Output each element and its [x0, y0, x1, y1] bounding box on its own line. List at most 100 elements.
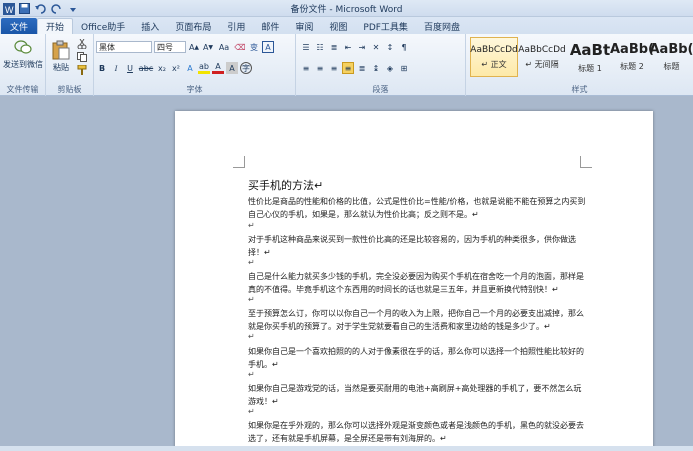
tab-office-assistant[interactable]: Office助手 [73, 18, 133, 34]
tab-page-layout[interactable]: 页面布局 [167, 18, 219, 34]
group-file-transfer: 发送到微信 文件传输 [0, 34, 46, 96]
distributed-icon[interactable]: ≣ [356, 62, 368, 74]
numbering-icon[interactable]: ☷ [314, 41, 326, 53]
copy-icon[interactable] [76, 51, 88, 63]
shading-icon[interactable]: ◈ [384, 62, 396, 74]
character-shading-icon[interactable]: A [226, 62, 238, 74]
title-bar: W 备份文件 - Microsoft Word [0, 0, 693, 17]
decrease-indent-icon[interactable]: ⇤ [342, 41, 354, 53]
italic-icon[interactable]: I [110, 62, 122, 74]
ribbon-tabs: 文件 开始 Office助手 插入 页面布局 引用 邮件 审阅 视图 PDF工具… [0, 17, 693, 34]
tab-pdf-tools[interactable]: PDF工具集 [355, 18, 416, 34]
shrink-font-icon[interactable]: A ▼ [202, 41, 214, 53]
margin-corner-top-right-icon [580, 156, 592, 168]
superscript-icon[interactable]: x² [170, 62, 182, 74]
group-label-styles: 样式 [571, 85, 588, 94]
style-title[interactable]: AaBb( 标题 [650, 37, 693, 77]
phonetic-guide-icon[interactable]: 变 [248, 41, 260, 53]
line-spacing-icon[interactable]: ↨ [370, 62, 382, 74]
paragraph-4: 至于预算怎么订，你可以以你自己一个月的收入为上限，把你自己一个月的必要支出减掉，… [248, 309, 584, 331]
empty-paragraph-mark: ↵ [248, 407, 255, 416]
group-clipboard: 粘贴 剪贴板 [46, 34, 94, 96]
style-no-spacing[interactable]: AaBbCcDd ↵ 无间隔 [518, 37, 566, 77]
tab-mailings[interactable]: 邮件 [253, 18, 287, 34]
margin-corner-top-left-icon [233, 156, 245, 168]
tab-review[interactable]: 审阅 [287, 18, 321, 34]
style-title-name: 标题 [663, 62, 680, 71]
group-paragraph: ☰ ☷ ≣ ⇤ ⇥ ✕ ↕ ¶ ≡ ≡ ≡ ≡ ≣ ↨ ◈ ⊞ 段落 [296, 34, 466, 96]
bold-icon[interactable]: B [96, 62, 108, 74]
borders-icon[interactable]: ⊞ [398, 62, 410, 74]
document-area[interactable]: 买手机的方法↵ 性价比是商品的性能和价格的比值，公式是性价比=性能/价格，也就是… [0, 96, 693, 451]
tab-home[interactable]: 开始 [37, 18, 74, 34]
paragraph-5: 如果你自己是一个喜欢拍照的的人对于像素很在乎的话，那么你可以选择一个拍照性能比较… [248, 347, 584, 369]
empty-paragraph-mark: ↵ [248, 295, 255, 304]
sort-icon[interactable]: ↕ [384, 41, 396, 53]
tab-view[interactable]: 视图 [321, 18, 355, 34]
align-right-icon[interactable]: ≡ [328, 62, 340, 74]
tab-baidu-netdisk[interactable]: 百度网盘 [416, 18, 468, 34]
grow-font-icon[interactable]: A ▲ [188, 41, 200, 53]
cut-icon[interactable] [76, 38, 88, 50]
show-marks-icon[interactable]: ¶ [398, 41, 410, 53]
style-no-spacing-sample: AaBbCcDd [518, 44, 566, 55]
document-page[interactable]: 买手机的方法↵ 性价比是商品的性能和价格的比值，公式是性价比=性能/价格，也就是… [175, 111, 653, 451]
text-effects-icon[interactable]: A [184, 62, 196, 74]
empty-paragraph-mark: ↵ [248, 332, 255, 341]
style-heading-1-sample: AaBt [569, 40, 611, 59]
tab-insert[interactable]: 插入 [133, 18, 167, 34]
style-heading-2-sample: AaBb( [610, 42, 654, 57]
window-title: 备份文件 - Microsoft Word [290, 5, 403, 15]
font-name-combo[interactable]: 黑体 [96, 41, 152, 53]
wechat-icon [14, 39, 32, 54]
group-label-file-transfer: 文件传输 [6, 85, 39, 94]
align-left-icon[interactable]: ≡ [300, 62, 312, 74]
group-font: 黑体 四号 A ▲ A ▼ Aa ⌫ 变 A B I U abc x₂ x² A a… [94, 34, 296, 96]
enclose-character-icon[interactable]: 字 [240, 62, 252, 74]
paragraph-7: 如果你是在乎外观的，那么你可以选择外观是渐变颜色或者是浅颜色的手机，黑色的就没必… [248, 421, 584, 443]
increase-indent-icon[interactable]: ⇥ [356, 41, 368, 53]
multilevel-list-icon[interactable]: ≣ [328, 41, 340, 53]
style-title-sample: AaBb( [649, 42, 693, 57]
paste-icon [52, 40, 70, 59]
style-normal[interactable]: AaBbCcDd ↵ 正文 [470, 37, 518, 77]
paste-label: 粘贴 [53, 62, 69, 72]
style-heading-1[interactable]: AaBt 标题 1 [566, 37, 614, 77]
strikethrough-icon[interactable]: abc [138, 62, 154, 74]
group-label-font: 字体 [186, 85, 203, 94]
font-size-combo[interactable]: 四号 [154, 41, 186, 53]
send-to-wechat-label: 发送到微信 [3, 59, 43, 69]
group-label-clipboard: 剪贴板 [57, 85, 82, 94]
group-label-paragraph: 段落 [372, 85, 389, 94]
change-case-icon[interactable]: Aa [216, 41, 232, 53]
empty-paragraph-mark: ↵ [248, 221, 255, 230]
chinese-layout-icon[interactable]: ✕ [370, 41, 382, 53]
bullets-icon[interactable]: ☰ [300, 41, 312, 53]
style-normal-name: ↵ 正文 [481, 59, 507, 69]
format-painter-icon[interactable] [76, 64, 88, 76]
clear-format-icon[interactable]: ⌫ [234, 41, 246, 53]
style-no-spacing-name: ↵ 无间隔 [525, 59, 559, 69]
paragraph-1: 性价比是商品的性能和价格的比值，公式是性价比=性能/价格，也就是说能不能在预算之… [248, 197, 586, 219]
tab-file[interactable]: 文件 [1, 18, 37, 34]
font-color-icon[interactable]: A [212, 62, 224, 74]
ribbon: 发送到微信 文件传输 粘贴 剪贴板 黑体 四号 A▲ A▼ Aa ⌫ 变 A [0, 34, 693, 96]
paste-button[interactable]: 粘贴 [49, 36, 73, 76]
font-size-value: 四号 [157, 42, 173, 52]
tab-references[interactable]: 引用 [219, 18, 253, 34]
document-heading: 买手机的方法↵ [248, 179, 324, 192]
style-normal-sample: AaBbCcDd [470, 44, 518, 55]
style-heading-1-name: 标题 1 [578, 63, 602, 73]
justify-icon[interactable]: ≡ [342, 62, 354, 74]
highlight-icon[interactable]: ab [198, 62, 210, 74]
subscript-icon[interactable]: x₂ [156, 62, 168, 74]
paragraph-2: 对于手机这种商品来说买到一款性价比高的还是比较容易的，因为手机的种类很多，供你做… [248, 235, 576, 257]
paragraph-3: 自己是什么能力就买多少钱的手机，完全没必要因为购买个手机在宿舍吃一个月的泡面，那… [248, 272, 584, 294]
font-name-value: 黑体 [99, 42, 115, 52]
underline-icon[interactable]: U [124, 62, 136, 74]
align-center-icon[interactable]: ≡ [314, 62, 326, 74]
character-border-icon[interactable]: A [262, 41, 274, 53]
send-to-wechat-button[interactable]: 发送到微信 [2, 36, 44, 72]
style-heading-2-name: 标题 2 [620, 62, 644, 71]
empty-paragraph-mark: ↵ [248, 258, 255, 267]
